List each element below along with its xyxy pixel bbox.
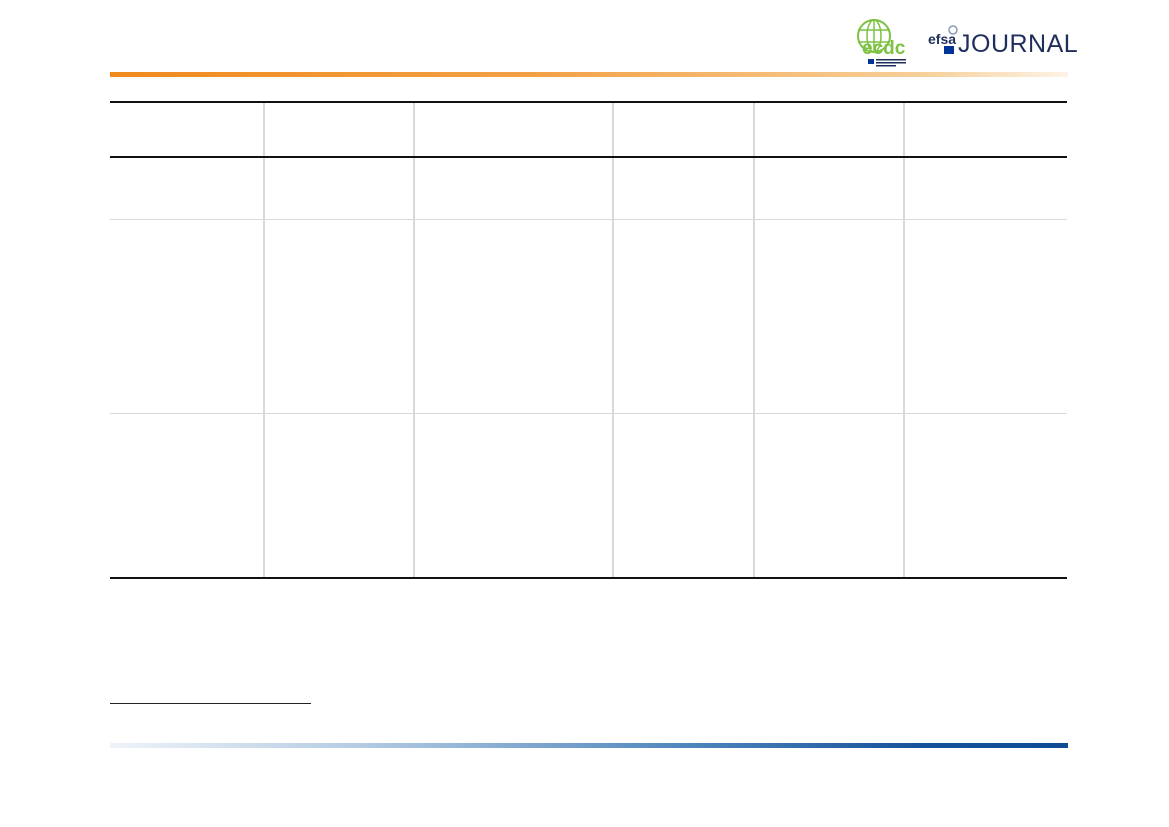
table-cell (413, 413, 613, 579)
efsa-wordmark: efsa (928, 31, 956, 47)
table-cell (903, 219, 1067, 414)
table-cell (612, 157, 754, 220)
table-cell (263, 413, 414, 579)
table-cell (110, 157, 264, 220)
footer-accent-bar (110, 743, 1068, 748)
table-row (110, 157, 1067, 220)
document-page: ecdc efsa JOURNAL (0, 0, 1169, 827)
table-cell (110, 413, 264, 579)
table-header-cell (263, 101, 414, 158)
table-cell (612, 219, 754, 414)
table-header-cell (753, 101, 904, 158)
table-header-row (110, 101, 1067, 158)
table-cell (753, 219, 904, 414)
table-row (110, 219, 1067, 414)
table-cell (903, 157, 1067, 220)
table-cell (413, 219, 613, 414)
header-accent-bar (110, 72, 1068, 77)
data-table (110, 101, 1067, 579)
table-cell (413, 157, 613, 220)
table-cell (110, 219, 264, 414)
table-header-cell (612, 101, 754, 158)
table-cell (903, 413, 1067, 579)
table-header-cell (903, 101, 1067, 158)
journal-wordmark: JOURNAL (958, 30, 1079, 58)
table-cell (263, 219, 414, 414)
footnote-separator (110, 703, 311, 704)
ecdc-logo: ecdc (857, 19, 906, 67)
table-cell (263, 157, 414, 220)
ecdc-wordmark: ecdc (862, 38, 906, 59)
table-header-cell (110, 101, 264, 158)
table-cell (612, 413, 754, 579)
eu-flag-icon (868, 59, 874, 64)
table-header-cell (413, 101, 613, 158)
eu-flag-icon (944, 46, 954, 54)
table-cell (753, 157, 904, 220)
table-row (110, 413, 1067, 579)
table-cell (753, 413, 904, 579)
